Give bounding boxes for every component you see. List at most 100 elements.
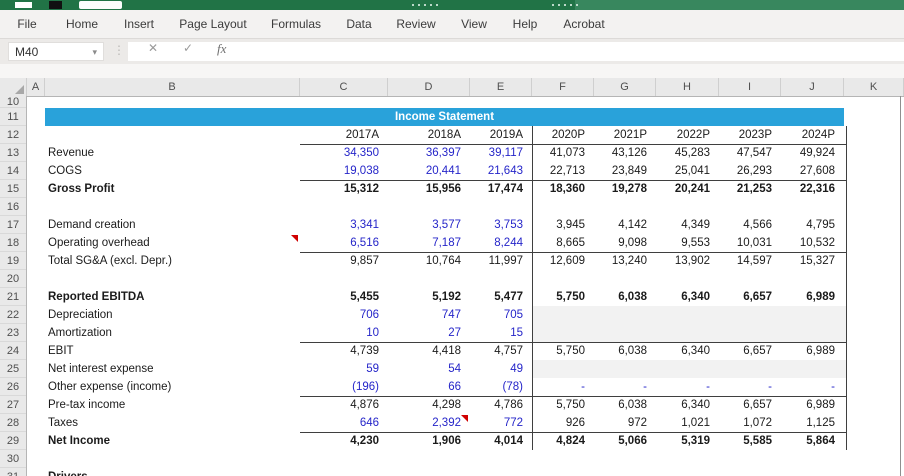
cell-D22[interactable]: 747: [388, 306, 470, 324]
year-header-2018A[interactable]: 2018A: [388, 126, 470, 144]
cell-D24[interactable]: 4,418: [388, 342, 470, 360]
cell-I14[interactable]: 26,293: [719, 162, 781, 180]
cell-C24[interactable]: 4,739: [300, 342, 388, 360]
cell-H15[interactable]: 20,241: [656, 180, 719, 198]
year-header-2021P[interactable]: 2021P: [594, 126, 656, 144]
cell-D29[interactable]: 1,906: [388, 432, 470, 450]
cell-B18[interactable]: Operating overhead: [45, 234, 300, 252]
cell-F13[interactable]: 41,073: [532, 144, 594, 162]
year-header-2022P[interactable]: 2022P: [656, 126, 719, 144]
cell-F15[interactable]: 18,360: [532, 180, 594, 198]
cell-E25[interactable]: 49: [470, 360, 532, 378]
cell-B29[interactable]: Net Income: [45, 432, 300, 450]
cell-H21[interactable]: 6,340: [656, 288, 719, 306]
cell-G13[interactable]: 43,126: [594, 144, 656, 162]
cell-C17[interactable]: 3,341: [300, 216, 388, 234]
cell-F19[interactable]: 12,609: [532, 252, 594, 270]
cell-F14[interactable]: 22,713: [532, 162, 594, 180]
cell-B23[interactable]: Amortization: [45, 324, 300, 342]
cell-H19[interactable]: 13,902: [656, 252, 719, 270]
cell-H26[interactable]: -: [656, 378, 719, 396]
cell-I13[interactable]: 47,547: [719, 144, 781, 162]
cell-F18[interactable]: 8,665: [532, 234, 594, 252]
cell-J17[interactable]: 4,795: [781, 216, 844, 234]
cell-E14[interactable]: 21,643: [470, 162, 532, 180]
cell-G24[interactable]: 6,038: [594, 342, 656, 360]
cell-C13[interactable]: 34,350: [300, 144, 388, 162]
year-header-2023P[interactable]: 2023P: [719, 126, 781, 144]
cell-E28[interactable]: 772: [470, 414, 532, 432]
cell-I26[interactable]: -: [719, 378, 781, 396]
cell-B31[interactable]: Drivers: [45, 468, 300, 476]
cell-F27[interactable]: 5,750: [532, 396, 594, 414]
cell-D17[interactable]: 3,577: [388, 216, 470, 234]
cell-E29[interactable]: 4,014: [470, 432, 532, 450]
cell-F26[interactable]: -: [532, 378, 594, 396]
cell-I27[interactable]: 6,657: [719, 396, 781, 414]
cell-J18[interactable]: 10,532: [781, 234, 844, 252]
cell-C26[interactable]: (196): [300, 378, 388, 396]
cell-J27[interactable]: 6,989: [781, 396, 844, 414]
cell-D23[interactable]: 27: [388, 324, 470, 342]
cell-D28[interactable]: 2,392: [388, 414, 470, 432]
cell-I29[interactable]: 5,585: [719, 432, 781, 450]
cell-D26[interactable]: 66: [388, 378, 470, 396]
year-header-2020P[interactable]: 2020P: [532, 126, 594, 144]
cell-G19[interactable]: 13,240: [594, 252, 656, 270]
cell-J24[interactable]: 6,989: [781, 342, 844, 360]
cell-I17[interactable]: 4,566: [719, 216, 781, 234]
cell-C14[interactable]: 19,038: [300, 162, 388, 180]
cell-C27[interactable]: 4,876: [300, 396, 388, 414]
cell-E18[interactable]: 8,244: [470, 234, 532, 252]
cell-E22[interactable]: 705: [470, 306, 532, 324]
cell-C23[interactable]: 10: [300, 324, 388, 342]
cell-D27[interactable]: 4,298: [388, 396, 470, 414]
cell-B14[interactable]: COGS: [45, 162, 300, 180]
cell-J21[interactable]: 6,989: [781, 288, 844, 306]
cell-E17[interactable]: 3,753: [470, 216, 532, 234]
cell-I15[interactable]: 21,253: [719, 180, 781, 198]
cell-I24[interactable]: 6,657: [719, 342, 781, 360]
cell-C22[interactable]: 706: [300, 306, 388, 324]
year-header-2024P[interactable]: 2024P: [781, 126, 844, 144]
cell-C18[interactable]: 6,516: [300, 234, 388, 252]
cell-E27[interactable]: 4,786: [470, 396, 532, 414]
cell-J15[interactable]: 22,316: [781, 180, 844, 198]
cell-F21[interactable]: 5,750: [532, 288, 594, 306]
cell-H18[interactable]: 9,553: [656, 234, 719, 252]
cell-B21[interactable]: Reported EBITDA: [45, 288, 300, 306]
cell-J28[interactable]: 1,125: [781, 414, 844, 432]
cell-J14[interactable]: 27,608: [781, 162, 844, 180]
cell-B24[interactable]: EBIT: [45, 342, 300, 360]
cell-G18[interactable]: 9,098: [594, 234, 656, 252]
cell-B27[interactable]: Pre-tax income: [45, 396, 300, 414]
cell-C19[interactable]: 9,857: [300, 252, 388, 270]
cell-E19[interactable]: 11,997: [470, 252, 532, 270]
cell-C21[interactable]: 5,455: [300, 288, 388, 306]
cell-H13[interactable]: 45,283: [656, 144, 719, 162]
cell-F29[interactable]: 4,824: [532, 432, 594, 450]
year-header-2019A[interactable]: 2019A: [470, 126, 532, 144]
cell-E24[interactable]: 4,757: [470, 342, 532, 360]
cell-G26[interactable]: -: [594, 378, 656, 396]
cell-D14[interactable]: 20,441: [388, 162, 470, 180]
cell-C28[interactable]: 646: [300, 414, 388, 432]
cell-J26[interactable]: -: [781, 378, 844, 396]
cell-H27[interactable]: 6,340: [656, 396, 719, 414]
cell-E26[interactable]: (78): [470, 378, 532, 396]
cell-B25[interactable]: Net interest expense: [45, 360, 300, 378]
cell-F28[interactable]: 926: [532, 414, 594, 432]
cell-G21[interactable]: 6,038: [594, 288, 656, 306]
cell-H17[interactable]: 4,349: [656, 216, 719, 234]
cell-I21[interactable]: 6,657: [719, 288, 781, 306]
cell-D13[interactable]: 36,397: [388, 144, 470, 162]
cell-G17[interactable]: 4,142: [594, 216, 656, 234]
cell-J19[interactable]: 15,327: [781, 252, 844, 270]
cell-C15[interactable]: 15,312: [300, 180, 388, 198]
income-statement-banner[interactable]: Income Statement: [45, 108, 844, 126]
cell-J29[interactable]: 5,864: [781, 432, 844, 450]
cell-B15[interactable]: Gross Profit: [45, 180, 300, 198]
cell-I19[interactable]: 14,597: [719, 252, 781, 270]
cell-E23[interactable]: 15: [470, 324, 532, 342]
year-header-2017A[interactable]: 2017A: [300, 126, 388, 144]
